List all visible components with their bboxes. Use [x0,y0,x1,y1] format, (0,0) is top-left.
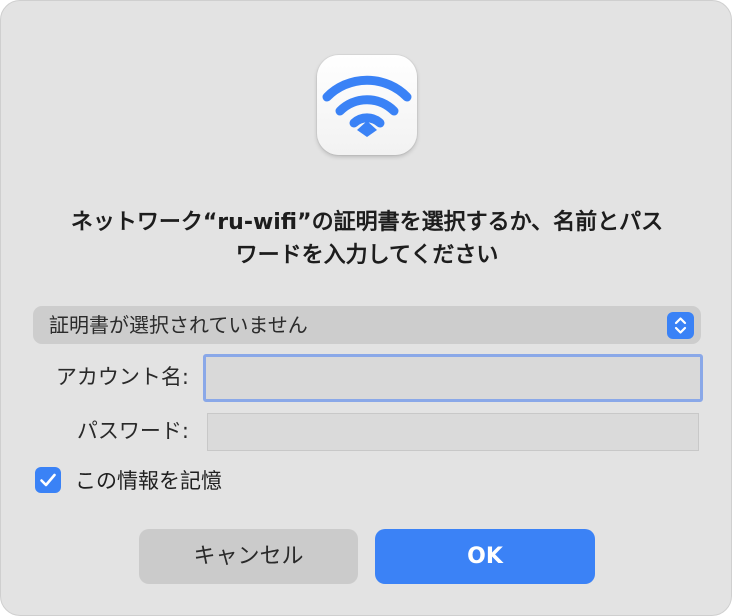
checkmark-icon [40,473,56,487]
certificate-select[interactable]: 証明書が選択されていません [33,306,701,344]
wifi-icon [317,55,417,155]
dialog-title: ネットワーク“ru-wifi”の証明書を選択するか、名前とパス ワードを入力して… [31,206,703,272]
cancel-button[interactable]: キャンセル [139,529,358,584]
up-down-chevron-icon [667,312,694,339]
certificate-select-value: 証明書が選択されていません [49,313,308,337]
ok-button[interactable]: OK [375,529,595,584]
dialog-title-line-2: ワードを入力してください [235,243,499,268]
password-input[interactable] [207,413,699,451]
password-label: パスワード: [76,419,189,443]
remember-checkbox[interactable] [35,467,61,493]
dialog-title-line-1: ネットワーク“ru-wifi”の証明書を選択するか、名前とパス [70,210,664,235]
wifi-auth-dialog: ネットワーク“ru-wifi”の証明書を選択するか、名前とパス ワードを入力して… [0,0,732,616]
account-name-label: アカウント名: [55,365,189,389]
account-name-input[interactable] [203,354,703,402]
remember-label: この情報を記憶 [75,469,222,493]
